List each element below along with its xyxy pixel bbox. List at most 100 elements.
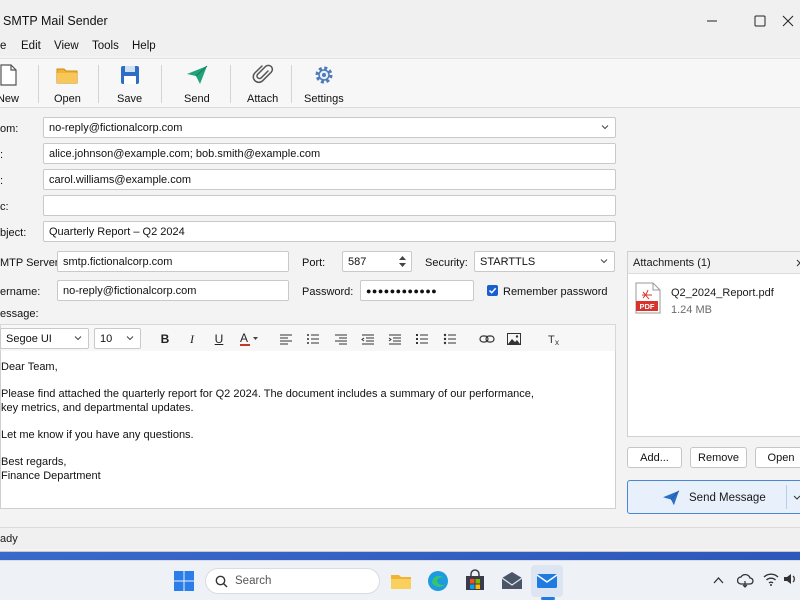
bcc-field[interactable] [43, 195, 616, 216]
cloud-sync-icon[interactable] [737, 572, 755, 588]
clear-formatting-button[interactable]: Tx [546, 331, 564, 347]
status-text: ady [0, 533, 18, 545]
password-field[interactable]: ●●●●●●●●●●●● [360, 280, 474, 301]
insert-link-button[interactable] [478, 331, 496, 347]
indent-icon [388, 334, 401, 345]
username-label: ername: [0, 286, 41, 298]
svg-text:A: A [240, 331, 248, 345]
store-icon[interactable] [463, 569, 487, 593]
attachment-name: Q2_2024_Report.pdf [671, 287, 774, 299]
font-color-button[interactable]: A [239, 331, 261, 347]
settings-button[interactable]: Settings [304, 63, 344, 107]
svg-text:T: T [548, 334, 555, 346]
security-label: Security: [425, 257, 468, 269]
align-right-button[interactable] [332, 331, 350, 347]
message-body-editor[interactable]: Dear Team, Please find attached the quar… [0, 351, 616, 509]
chevron-down-icon[interactable] [793, 495, 800, 501]
message-line: key metrics, and departmental updates. [1, 402, 194, 414]
toolbar-separator [38, 65, 39, 103]
underline-button[interactable]: U [210, 331, 228, 347]
edge-browser-icon[interactable] [426, 569, 450, 593]
paperclip-icon [252, 64, 273, 84]
toolbar-separator [291, 65, 292, 103]
port-label: Port: [302, 257, 326, 269]
from-select[interactable]: no-reply@fictionalcorp.com [43, 117, 616, 138]
save-button[interactable]: Save [117, 63, 142, 107]
security-select[interactable]: STARTTLS [474, 251, 615, 272]
volume-icon[interactable] [783, 572, 797, 586]
attach-button[interactable]: Attach [247, 63, 278, 107]
open-attachment-button[interactable]: Open [755, 447, 800, 468]
remove-attachment-button[interactable]: Remove [690, 447, 747, 468]
remember-password-label: Remember password [503, 286, 608, 298]
numbered-list-icon [416, 334, 428, 344]
outdent-button[interactable] [359, 331, 377, 347]
smtp-server-label: MTP Server: [0, 257, 62, 269]
add-attachment-button[interactable]: Add... [627, 447, 682, 468]
bold-button[interactable]: B [156, 331, 174, 347]
italic-icon: I [190, 331, 194, 346]
window-title: SMTP Mail Sender [3, 14, 108, 28]
mail-app-icon[interactable] [500, 569, 524, 593]
menu-edit[interactable]: Edit [21, 40, 41, 52]
from-label: om: [0, 123, 19, 135]
image-icon [507, 333, 521, 345]
chevron-up-icon[interactable] [713, 576, 724, 584]
smtp-server-field[interactable]: smtp.fictionalcorp.com [57, 251, 289, 272]
attachments-title: Attachments (1) [633, 257, 711, 269]
minimize-button[interactable] [698, 8, 726, 34]
numbered-list-button[interactable] [413, 331, 431, 347]
taskbar-search[interactable]: Search [205, 568, 380, 594]
spin-arrows-icon [399, 256, 406, 267]
font-color-icon: A [240, 331, 258, 346]
taskbar: Search [0, 560, 800, 600]
menu-help[interactable]: Help [132, 40, 156, 52]
new-button[interactable]: New [0, 63, 20, 107]
windows-start-icon[interactable] [172, 569, 196, 593]
send-icon [186, 65, 208, 84]
subject-field[interactable]: Quarterly Report – Q2 2024 [43, 221, 616, 242]
username-field[interactable]: no-reply@fictionalcorp.com [57, 280, 289, 301]
to-label: : [0, 149, 4, 161]
message-line: Dear Team, [1, 361, 58, 373]
send-button[interactable]: Send [184, 63, 210, 107]
menu-view[interactable]: View [54, 40, 79, 52]
insert-image-button[interactable] [505, 331, 523, 347]
smtp-mail-sender-icon[interactable] [535, 569, 559, 593]
menu-tools[interactable]: Tools [92, 40, 119, 52]
bullet-list-button[interactable] [304, 331, 322, 347]
close-icon [782, 15, 794, 27]
password-label: Password: [302, 286, 354, 298]
menu-file[interactable]: e [0, 40, 6, 52]
wifi-icon[interactable] [763, 572, 779, 586]
minimize-icon [707, 20, 717, 22]
align-left-button[interactable] [277, 331, 295, 347]
attachment-item[interactable]: PDF Q2_2024_Report.pdf 1.24 MB [628, 278, 800, 318]
to-field[interactable]: alice.johnson@example.com; bob.smith@exa… [43, 143, 616, 164]
italic-button[interactable]: I [183, 331, 201, 347]
file-explorer-icon[interactable] [389, 569, 413, 593]
cc-field[interactable]: carol.williams@example.com [43, 169, 616, 190]
font-size-select[interactable]: 10 [94, 328, 141, 349]
open-button[interactable]: Open [54, 63, 81, 107]
new-document-icon [0, 64, 17, 86]
chevron-down-icon [601, 125, 609, 130]
close-icon[interactable] [796, 259, 800, 267]
folder-icon [56, 68, 78, 84]
gear-icon [315, 66, 333, 84]
remember-password-checkbox[interactable] [487, 285, 498, 296]
svg-text:x: x [555, 338, 559, 346]
port-stepper[interactable]: 587 [342, 251, 412, 272]
maximize-icon [754, 15, 766, 27]
toolbar-separator [161, 65, 162, 103]
outdent-icon [361, 334, 374, 345]
message-line: Please find attached the quarterly repor… [1, 388, 534, 400]
list-button[interactable] [441, 331, 459, 347]
indent-button[interactable] [386, 331, 404, 347]
maximize-button[interactable] [746, 8, 774, 34]
split-separator [786, 485, 787, 509]
font-select[interactable]: Segoe UI [0, 328, 89, 349]
close-button[interactable] [774, 8, 800, 34]
menu-bar: e Edit View Tools Help [0, 38, 800, 56]
send-message-button[interactable]: Send Message [627, 480, 800, 514]
